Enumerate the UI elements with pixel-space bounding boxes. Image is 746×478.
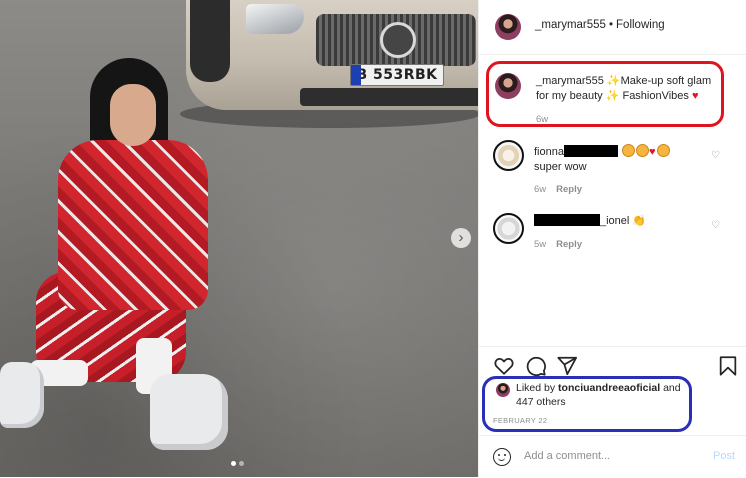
sneaker-right xyxy=(150,374,228,450)
heart-icon[interactable] xyxy=(493,355,515,377)
post-actions-bar xyxy=(479,346,746,387)
carousel-dot-active xyxy=(231,461,236,466)
red-heart-emoji-icon: ♥ xyxy=(649,146,656,158)
comment-body: super wow xyxy=(534,161,587,173)
carousel-dot xyxy=(239,461,244,466)
commenter-avatar[interactable] xyxy=(493,213,524,244)
likes-others[interactable]: 447 others xyxy=(516,396,566,408)
comment-meta: 6w Reply xyxy=(534,184,582,195)
carousel-indicator xyxy=(231,461,247,467)
post-header: _marymar555 • Following xyxy=(479,0,746,55)
chevron-right-icon: › xyxy=(458,229,464,246)
redacted-username-block xyxy=(563,145,618,157)
woman-jacket xyxy=(58,140,208,310)
post-side-panel: _marymar555 • Following _marymar555 ✨Make… xyxy=(478,0,746,477)
and-label: and xyxy=(663,382,681,394)
reply-button[interactable]: Reply xyxy=(556,239,582,250)
caption-username[interactable]: _marymar555 xyxy=(536,75,604,87)
caption-text: _marymar555 ✨Make-up soft glam for my be… xyxy=(536,74,726,104)
comment-text: fionna ♥ super wow xyxy=(534,144,714,175)
caption-line-1: Make-up soft glam xyxy=(620,75,712,87)
comment-time[interactable]: 6w xyxy=(534,184,546,195)
author-username[interactable]: _marymar555 xyxy=(535,19,606,31)
sneaker-left xyxy=(0,362,44,428)
license-plate-text: B 553RBK xyxy=(356,67,438,83)
license-plate: B 553RBK xyxy=(350,64,444,86)
sparkles-emoji-icon: ✨ xyxy=(606,75,621,87)
post-date[interactable]: FEBRUARY 22 xyxy=(493,416,547,425)
car-headlight xyxy=(246,4,304,34)
comment-meta: 5w Reply xyxy=(534,239,582,250)
red-heart-emoji-icon: ♥ xyxy=(691,90,699,102)
redacted-username-block xyxy=(534,214,600,226)
emoji-picker-icon[interactable] xyxy=(493,448,511,466)
likes-summary: Liked by tonciuandreeaoficial and xyxy=(516,382,681,394)
comment-like-heart-icon[interactable]: ♡ xyxy=(711,151,721,161)
sparkles-emoji-icon: ✨ xyxy=(605,90,620,102)
post-comment-button[interactable]: Post xyxy=(713,450,735,462)
carousel-next-button[interactable]: › xyxy=(451,228,471,248)
add-comment-bar: Post xyxy=(479,435,746,478)
heart-eyes-emoji-icon xyxy=(636,144,650,157)
comment-username[interactable]: _ionel xyxy=(600,215,629,227)
comment-username[interactable]: fionna xyxy=(534,146,564,158)
paper-plane-icon[interactable] xyxy=(556,355,578,377)
comment-bubble-icon[interactable] xyxy=(525,355,547,377)
liker-avatar[interactable] xyxy=(496,383,510,397)
comments-list[interactable]: _marymar555 ✨Make-up soft glam for my be… xyxy=(479,55,746,345)
heart-eyes-emoji-icon xyxy=(656,144,670,157)
caption-meta: 6w xyxy=(536,114,548,125)
follow-status[interactable]: • Following xyxy=(606,19,665,31)
separator-dot: • xyxy=(609,19,614,31)
author-avatar[interactable] xyxy=(495,14,521,40)
comment-input[interactable] xyxy=(524,445,699,467)
following-label: Following xyxy=(616,19,665,31)
comment-text: _ionel 👏 xyxy=(534,214,714,229)
caption-hashtag[interactable]: FashionVibes xyxy=(622,90,688,102)
liked-by-label: Liked by xyxy=(516,382,556,394)
comment-like-heart-icon[interactable]: ♡ xyxy=(711,221,721,231)
bookmark-icon[interactable] xyxy=(717,355,739,377)
caption-avatar[interactable] xyxy=(495,73,521,99)
caption-line-2: for my beauty xyxy=(536,90,603,102)
commenter-avatar[interactable] xyxy=(493,140,524,171)
smile-mouth xyxy=(498,456,505,461)
clapping-hands-emoji-icon: 👏 xyxy=(632,215,647,227)
heart-eyes-emoji-icon xyxy=(622,144,636,157)
caption-time[interactable]: 6w xyxy=(536,114,548,125)
car-emblem xyxy=(380,22,416,58)
post-photo[interactable]: B 553RBK › xyxy=(0,0,478,477)
plate-eu-band xyxy=(351,65,361,85)
woman-face xyxy=(110,84,156,146)
car-wheel xyxy=(190,0,230,82)
car-bumper xyxy=(300,88,478,106)
comment-time[interactable]: 5w xyxy=(534,239,546,250)
reply-button[interactable]: Reply xyxy=(556,184,582,195)
top-liker-username[interactable]: tonciuandreeaoficial xyxy=(558,382,660,394)
